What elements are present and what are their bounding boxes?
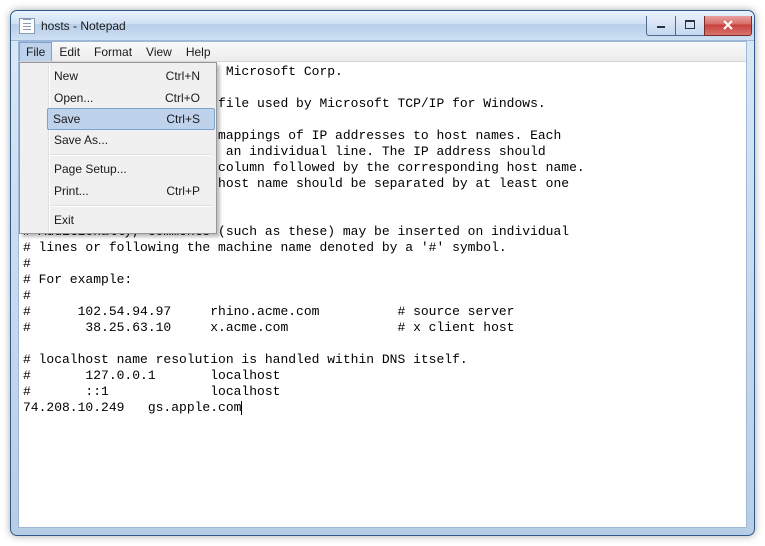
menu-edit-label: Edit [59,45,80,59]
file-menu-save-shortcut: Ctrl+S [166,112,200,126]
file-menu-new-label: New [54,69,78,83]
menu-edit[interactable]: Edit [52,42,87,61]
file-menu-open-label: Open... [54,91,93,105]
file-menu-exit-label: Exit [54,213,74,227]
file-menu-dropdown: New Ctrl+N Open... Ctrl+O Save Ctrl+S [19,62,217,234]
window-title: hosts - Notepad [41,19,126,33]
menu-format[interactable]: Format [87,42,139,61]
maximize-button[interactable] [675,16,705,36]
file-menu-open[interactable]: Open... Ctrl+O [48,87,214,109]
file-menu-page-setup[interactable]: Page Setup... [48,158,214,180]
file-menu-print-label: Print... [54,184,89,198]
menu-help[interactable]: Help [179,42,218,61]
titlebar[interactable]: hosts - Notepad [11,11,754,41]
file-menu-exit[interactable]: Exit [48,209,214,231]
file-menu-save-label: Save [53,112,80,126]
file-menu-new-shortcut: Ctrl+N [166,69,200,83]
client-area: File New Ctrl+N Open... Ctrl+O Save [18,41,747,528]
menu-separator [48,205,212,206]
menu-view[interactable]: View [139,42,179,61]
menu-file-label: File [26,45,45,59]
minimize-button[interactable] [646,16,676,36]
menu-separator [48,154,212,155]
notepad-icon [19,18,35,34]
window-buttons [647,16,752,36]
file-menu-save-as-label: Save As... [54,133,108,147]
close-button[interactable] [704,16,752,36]
file-menu-open-shortcut: Ctrl+O [165,91,200,105]
file-menu-save-as[interactable]: Save As... [48,129,214,151]
file-menu-new[interactable]: New Ctrl+N [48,65,214,87]
notepad-window: hosts - Notepad File New Ctrl+N [10,10,755,536]
file-menu-save[interactable]: Save Ctrl+S [47,108,215,130]
text-caret [241,401,242,415]
menu-format-label: Format [94,45,132,59]
file-menu-print[interactable]: Print... Ctrl+P [48,180,214,202]
menu-view-label: View [146,45,172,59]
menu-file[interactable]: File New Ctrl+N Open... Ctrl+O Save [19,42,52,61]
file-menu-print-shortcut: Ctrl+P [166,184,200,198]
file-menu-page-setup-label: Page Setup... [54,162,127,176]
menubar: File New Ctrl+N Open... Ctrl+O Save [19,42,746,62]
menu-help-label: Help [186,45,211,59]
